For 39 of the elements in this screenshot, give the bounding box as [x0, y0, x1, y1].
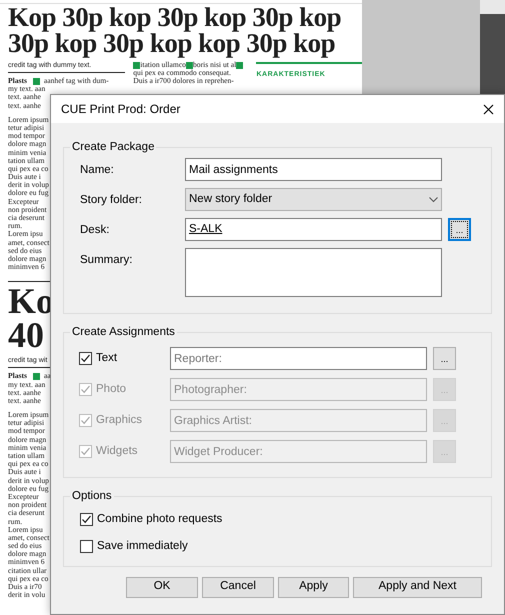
- headline: 40: [8, 318, 44, 352]
- square-icon: [32, 78, 40, 85]
- assignee-field: Photographer:: [170, 378, 427, 401]
- close-icon[interactable]: [483, 104, 494, 114]
- checkbox-label: Graphics: [96, 412, 142, 428]
- headline: Kop 30p kop 30p kop 30p kop: [8, 4, 342, 30]
- checkbox-label: Combine photo requests: [97, 512, 222, 527]
- checkbox-label: Widgets: [96, 444, 138, 459]
- window-title: CUE Print Prod: Order: [61, 101, 180, 118]
- dialog-button[interactable]: Apply: [278, 576, 349, 598]
- chevron-icon: [429, 196, 438, 202]
- story-folder-dropdown[interactable]: New story folder: [185, 188, 442, 211]
- group-title: Create Assignments: [70, 325, 177, 339]
- square-icon: [186, 62, 193, 69]
- checkbox[interactable]: [80, 540, 93, 554]
- dialog-button[interactable]: Cancel: [202, 576, 274, 598]
- checkbox[interactable]: [80, 513, 93, 526]
- square-icon: [133, 62, 140, 69]
- summary-field[interactable]: [185, 248, 442, 297]
- field-label: Story folder:: [80, 193, 143, 208]
- dialog-button[interactable]: OK: [126, 576, 198, 598]
- field-label: Name:: [80, 163, 115, 178]
- field-label: Desk:: [80, 223, 110, 238]
- checkbox[interactable]: [79, 352, 92, 365]
- name-field[interactable]: Mail assignments: [185, 158, 442, 181]
- group-title: Options: [70, 489, 114, 503]
- checkbox-label: Save immediately: [97, 539, 188, 554]
- desk-field[interactable]: S-ALK: [185, 218, 442, 241]
- browse-button[interactable]: ...: [448, 218, 471, 241]
- checkbox-label: Photo: [96, 382, 126, 397]
- assignee-field[interactable]: Reporter:: [170, 347, 427, 370]
- assignee-field: Graphics Artist:: [170, 409, 427, 432]
- dialog-button[interactable]: Apply and Next: [353, 576, 482, 598]
- browse-button[interactable]: ...: [433, 347, 456, 370]
- group-title: Create Package: [70, 140, 156, 154]
- field-label: Summary:: [80, 253, 134, 268]
- square-icon: [236, 62, 244, 69]
- assignee-field: Widget Producer:: [170, 440, 427, 463]
- square-icon: [32, 373, 40, 380]
